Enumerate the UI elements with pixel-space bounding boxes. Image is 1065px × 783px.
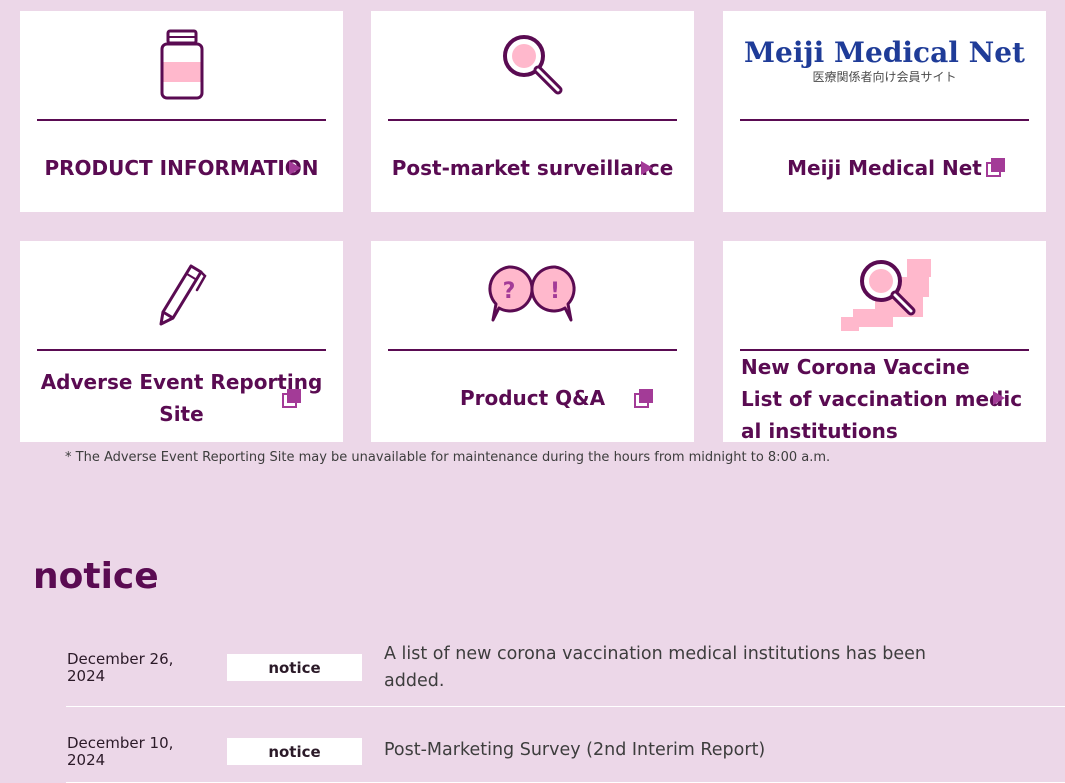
news-date: December 10, 2024 xyxy=(67,734,174,769)
news-item[interactable]: December 26, 2024 notice A list of new c… xyxy=(66,635,1065,707)
news-item[interactable]: December 10, 2024 notice Post-Marketing … xyxy=(66,707,1065,783)
arrow-right-icon xyxy=(993,391,1005,405)
notice-badge: notice xyxy=(227,654,362,681)
maintenance-note: * The Adverse Event Reporting Site may b… xyxy=(65,450,831,465)
map-search-icon xyxy=(840,259,931,331)
magnifier-icon xyxy=(502,35,562,95)
svg-text:!: ! xyxy=(549,279,559,304)
pen-icon xyxy=(159,264,207,326)
notice-section-title: notice xyxy=(33,556,159,597)
vial-icon xyxy=(160,29,203,100)
question-exclamation-bubbles-icon: ? ! xyxy=(487,265,576,322)
external-link-icon xyxy=(986,158,1005,177)
card-label: PRODUCT INFORMATION xyxy=(44,155,319,180)
card-adverse-event-reporting[interactable]: Adverse Event Reporting Site xyxy=(20,241,343,442)
svg-text:?: ? xyxy=(502,279,515,304)
meiji-medical-net-logo: Meiji Medical Net 医療関係者向け会員サイト xyxy=(744,36,1025,85)
notice-badge: notice xyxy=(227,738,362,765)
arrow-right-icon xyxy=(289,161,301,175)
news-date: December 26, 2024 xyxy=(67,650,174,685)
news-link[interactable]: Post-Marketing Survey (2nd Interim Repor… xyxy=(384,737,959,764)
news-link[interactable]: A list of new corona vaccination medical… xyxy=(384,641,959,695)
card-product-qa[interactable]: ? ! Product Q&A xyxy=(371,241,694,442)
card-post-market-surveillance[interactable]: Post-market surveillance xyxy=(371,11,694,212)
arrow-right-icon xyxy=(641,161,653,175)
card-meiji-medical-net[interactable]: Meiji Medical Net 医療関係者向け会員サイト Meiji Med… xyxy=(723,11,1046,212)
card-corona-vaccine-institutions[interactable]: New Corona Vaccine List of vaccination m… xyxy=(723,241,1046,442)
card-product-information[interactable]: PRODUCT INFORMATION xyxy=(20,11,343,212)
external-link-icon xyxy=(634,389,653,408)
card-label: New Corona Vaccine List of vaccination m… xyxy=(741,355,1023,442)
card-label: Post-market surveillance xyxy=(391,155,674,180)
external-link-icon xyxy=(282,389,301,408)
